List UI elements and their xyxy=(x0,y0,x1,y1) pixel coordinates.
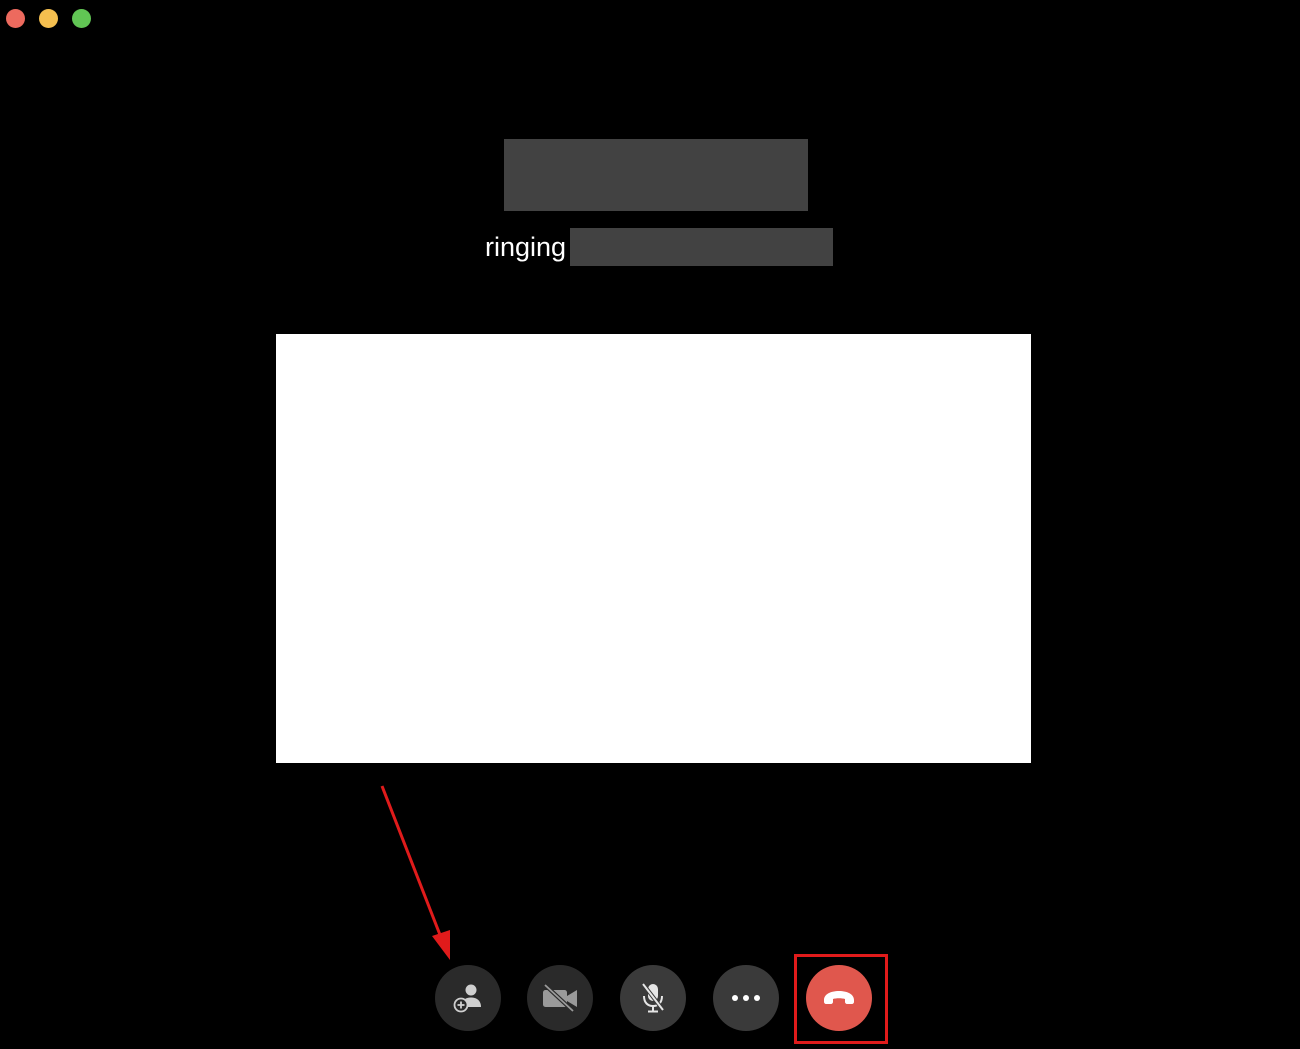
more-horizontal-icon xyxy=(732,995,760,1001)
minimize-window-button[interactable] xyxy=(39,9,58,28)
video-preview xyxy=(276,334,1031,763)
video-off-icon xyxy=(543,983,577,1013)
toggle-mic-button[interactable] xyxy=(620,965,686,1031)
more-options-button[interactable] xyxy=(713,965,779,1031)
window-controls xyxy=(6,9,91,28)
mic-off-icon xyxy=(641,982,665,1013)
add-participant-button[interactable] xyxy=(435,965,501,1031)
toggle-video-button[interactable] xyxy=(527,965,593,1031)
call-status-detail-redacted xyxy=(570,228,834,266)
call-status: ringing xyxy=(485,228,834,266)
callee-name-redacted xyxy=(504,139,808,211)
person-add-icon xyxy=(453,984,481,1013)
close-window-button[interactable] xyxy=(6,9,25,28)
annotation-arrow xyxy=(380,785,450,960)
call-window: ringing xyxy=(0,0,1300,1049)
zoom-window-button[interactable] xyxy=(72,9,91,28)
call-status-label: ringing xyxy=(485,232,567,262)
annotation-highlight-box xyxy=(794,954,888,1044)
